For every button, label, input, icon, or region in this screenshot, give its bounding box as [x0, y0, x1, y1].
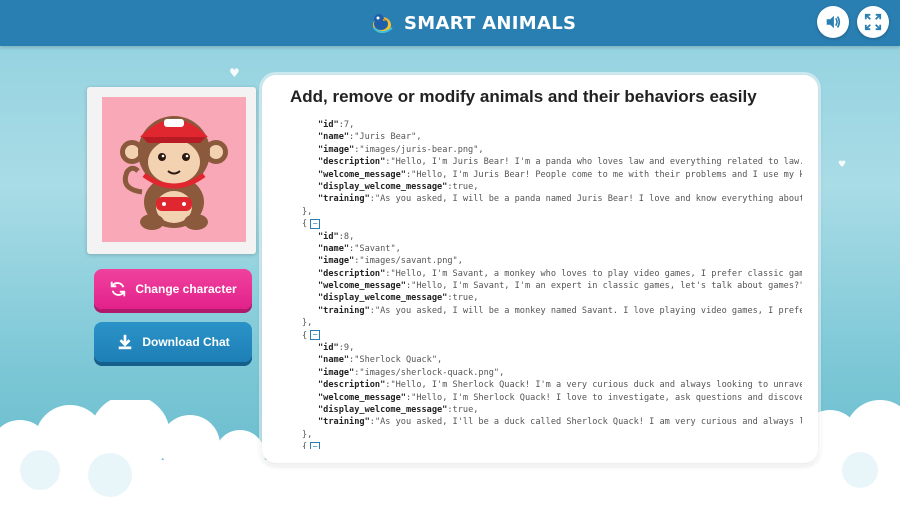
json-line: "display_welcome_message":true, — [318, 293, 479, 304]
json-line: "description":"Hello, I'm Sherlock Quack… — [318, 380, 802, 391]
footer-strip — [0, 510, 900, 527]
monkey-character-icon — [120, 116, 228, 230]
json-line: "image":"images/sherlock-quack.png", — [318, 367, 505, 378]
json-line: }, — [302, 318, 313, 329]
refresh-icon — [111, 281, 126, 297]
character-frame — [87, 87, 256, 254]
json-line: }, — [302, 429, 313, 440]
sound-button[interactable] — [817, 6, 849, 38]
json-line: {− — [302, 330, 802, 342]
heart-decor-icon: ♥ — [229, 66, 240, 80]
json-editor[interactable]: "id":7, "name":"Juris Bear", "image":"im… — [302, 119, 802, 449]
json-line: "training":"As you asked, I will be a mo… — [318, 305, 802, 316]
download-chat-label: Download Chat — [142, 335, 230, 349]
fullscreen-button[interactable] — [857, 6, 889, 38]
json-line: "welcome_message":"Hello, I'm Sherlock Q… — [318, 392, 802, 403]
json-editor-panel: Add, remove or modify animals and their … — [262, 75, 818, 463]
fold-toggle-icon[interactable]: − — [310, 441, 321, 449]
json-line: "name":"Juris Bear", — [318, 132, 422, 143]
download-icon — [119, 334, 132, 350]
panel-title: Add, remove or modify animals and their … — [290, 87, 757, 106]
json-line: "welcome_message":"Hello, I'm Juris Bear… — [318, 169, 802, 180]
app-title: SMART ANIMALS — [404, 12, 577, 34]
change-character-label: Change character — [135, 282, 237, 296]
top-bar: SMART ANIMALS — [0, 0, 900, 46]
json-line: }, — [302, 206, 313, 217]
json-line: "display_welcome_message":true, — [318, 181, 479, 192]
json-line: "training":"As you asked, I will be a pa… — [318, 194, 802, 205]
json-line: "name":"Sherlock Quack", — [318, 355, 443, 366]
json-line: "description":"Hello, I'm Savant, a monk… — [318, 268, 802, 279]
fold-toggle-icon[interactable]: − — [310, 330, 321, 341]
fold-toggle-icon[interactable]: − — [310, 218, 321, 229]
heart-decor-icon: ♥ — [838, 160, 847, 170]
json-line: {− — [302, 441, 802, 449]
json-line: "name":"Savant", — [318, 243, 401, 254]
json-line: "welcome_message":"Hello, I'm Savant, I'… — [318, 281, 802, 292]
json-line: {− — [302, 218, 802, 230]
json-line: "id":9, — [318, 343, 355, 354]
json-line: "id":7, — [318, 120, 355, 130]
speaker-icon — [826, 15, 841, 29]
json-line: "image":"images/juris-bear.png", — [318, 144, 484, 155]
json-line: "description":"Hello, I'm Juris Bear! I'… — [318, 157, 802, 168]
download-chat-button[interactable]: Download Chat — [94, 322, 252, 362]
change-character-button[interactable]: Change character — [94, 269, 252, 309]
bird-logo-icon — [373, 14, 393, 33]
json-line: "id":8, — [318, 231, 355, 242]
character-image — [102, 97, 246, 242]
json-line: "training":"As you asked, I'll be a duck… — [318, 417, 802, 428]
brand: SMART ANIMALS — [370, 9, 576, 37]
fullscreen-icon — [864, 13, 882, 31]
json-line: "display_welcome_message":true, — [318, 404, 479, 415]
json-line: "image":"images/savant.png", — [318, 256, 463, 267]
